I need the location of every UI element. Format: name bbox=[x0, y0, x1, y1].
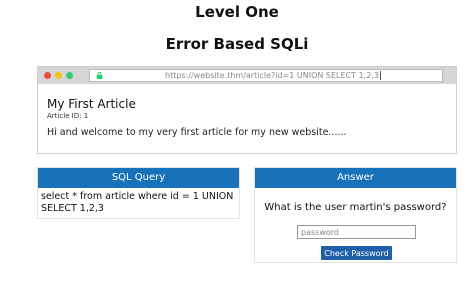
check-password-button[interactable]: Check Password bbox=[321, 246, 392, 260]
password-input[interactable] bbox=[297, 225, 416, 239]
maximize-window-dot[interactable] bbox=[66, 72, 73, 79]
page-title: Error Based SQLi bbox=[165, 35, 309, 53]
answer-panel: Answer What is the user martin's passwor… bbox=[254, 167, 457, 263]
article-id: Article ID: 1 bbox=[47, 112, 89, 120]
article-title: My First Article bbox=[47, 97, 136, 111]
browser-toolbar: https://website.thm/article?id=1 UNION S… bbox=[38, 67, 456, 84]
sql-query-panel: SQL Query select * from article where id… bbox=[37, 167, 240, 219]
close-window-dot[interactable] bbox=[44, 72, 51, 79]
url-text: https://website.thm/article?id=1 UNION S… bbox=[165, 71, 381, 80]
level-title: Level One bbox=[195, 3, 279, 21]
browser-window: https://website.thm/article?id=1 UNION S… bbox=[37, 66, 457, 154]
text-caret bbox=[379, 71, 381, 80]
minimize-window-dot[interactable] bbox=[55, 72, 62, 79]
address-bar[interactable]: https://website.thm/article?id=1 UNION S… bbox=[89, 69, 443, 82]
lock-icon bbox=[96, 72, 103, 79]
question-text: What is the user martin's password? bbox=[264, 202, 447, 213]
sql-query-heading: SQL Query bbox=[38, 168, 239, 188]
article-body: Hi and welcome to my very first article … bbox=[47, 127, 347, 138]
sql-query-text: select * from article where id = 1 UNION… bbox=[41, 191, 234, 214]
answer-heading: Answer bbox=[255, 168, 456, 188]
